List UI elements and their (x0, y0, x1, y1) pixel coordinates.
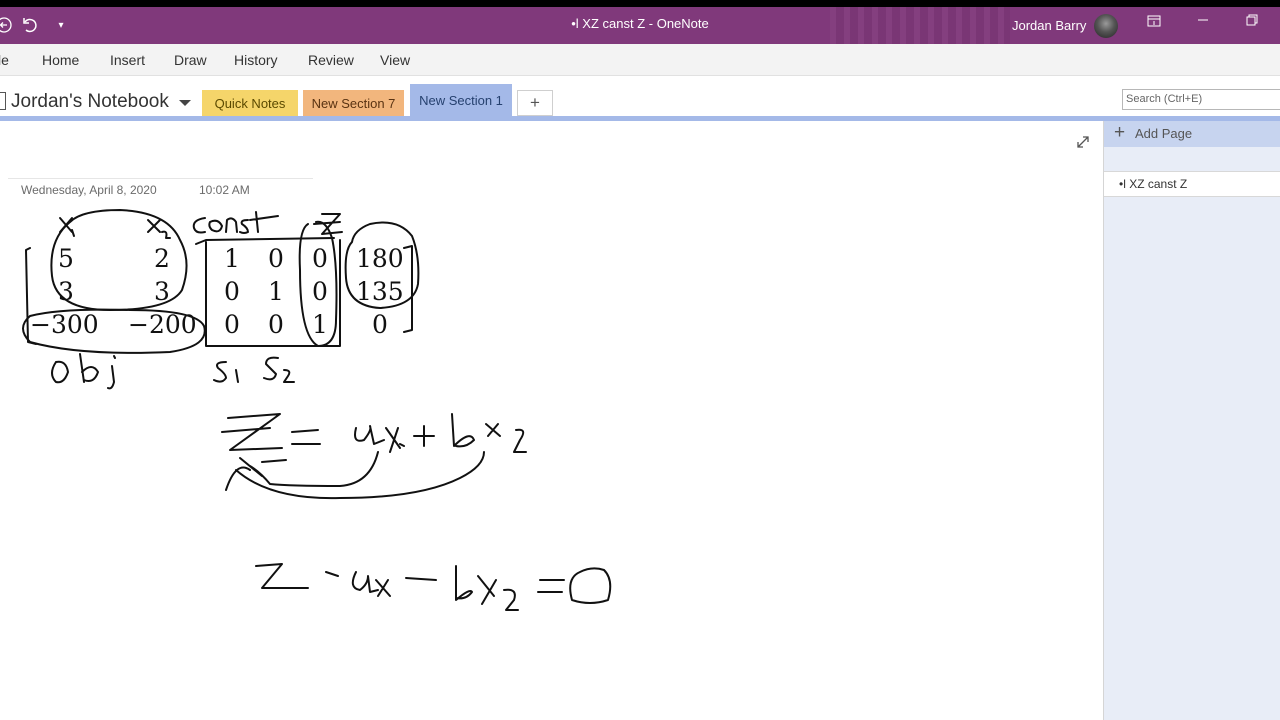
ink-const (192, 211, 279, 234)
ink-cell-r1c4: 0 (268, 244, 284, 273)
ink-cell-r2c5: 0 (312, 277, 328, 306)
minimize-icon[interactable] (1188, 14, 1218, 36)
page-list-item[interactable]: •l XZ canst Z (1104, 171, 1280, 197)
search-input[interactable]: Search (Ctrl+E) (1122, 89, 1280, 110)
ink-cell-r2c2: 3 (154, 277, 170, 306)
ink-cell-r1c1: 5 (58, 244, 74, 273)
ink-z (313, 213, 343, 235)
plus-icon: + (1114, 122, 1126, 143)
ink-matrix-right-bracket (403, 245, 413, 333)
ink-s1 (213, 361, 239, 383)
restore-icon[interactable] (1237, 14, 1267, 36)
ink-eq1 (221, 413, 527, 453)
ink-eq1-arrows (225, 451, 485, 500)
ink-s2 (263, 356, 295, 383)
ink-cell-r2c4: 1 (268, 277, 284, 306)
ink-cell-r2c1: 3 (58, 277, 74, 306)
ink-obj (51, 353, 116, 390)
ink-cell-r1c3: 1 (224, 244, 240, 273)
pages-pane: + Add Page •l XZ canst Z (1103, 121, 1280, 720)
ribbon-display-icon[interactable] (1139, 14, 1169, 36)
ink-eq2 (255, 563, 612, 611)
ink-cell-r3c4: 0 (268, 310, 284, 339)
ink-cell-r3c1: −300 (30, 310, 99, 339)
add-page-label: Add Page (1135, 126, 1193, 141)
ink-cell-r2c6: 135 (356, 277, 404, 306)
ink-cell-r2c3: 0 (224, 277, 240, 306)
ink-cell-r3c3: 0 (224, 310, 240, 339)
ink-cell-r1c5: 0 (312, 244, 328, 273)
ink-cell-r3c5: 1 (312, 310, 328, 339)
ink-cell-r1c2: 2 (154, 244, 170, 273)
ink-cell-r1c6: 180 (356, 244, 404, 273)
page-list-item-label: •l XZ canst Z (1119, 177, 1188, 191)
handwritten-ink[interactable]: 5 2 1 0 0 180 3 3 0 1 0 135 −300 −200 0 … (0, 0, 1103, 720)
add-page-button[interactable]: + Add Page (1104, 121, 1280, 147)
ink-cell-r3c6: 0 (372, 310, 388, 339)
ink-cell-r3c2: −200 (128, 310, 197, 339)
